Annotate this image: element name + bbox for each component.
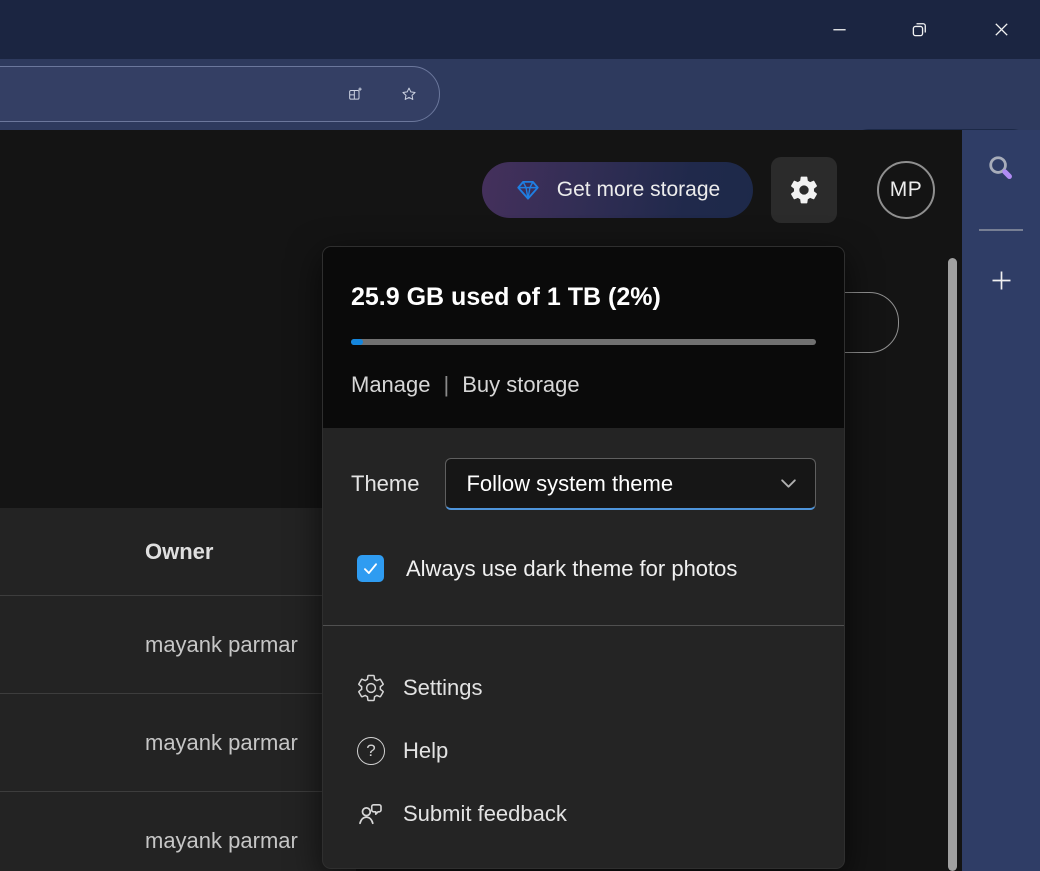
menu-item-label: Submit feedback: [403, 801, 567, 827]
gear-outline-icon: [356, 673, 386, 703]
storage-progress-fill: [351, 339, 363, 345]
buy-storage-link[interactable]: Buy storage: [462, 372, 579, 398]
sidebar-divider: [979, 229, 1023, 231]
settings-dropdown-panel: 25.9 GB used of 1 TB (2%) Manage | Buy s…: [322, 246, 845, 869]
feedback-icon: [356, 799, 386, 829]
owner-cell: mayank parmar: [145, 828, 298, 854]
menu-item-help[interactable]: Help: [356, 719, 816, 782]
panel-menu: Settings Help Submit feedback: [323, 626, 844, 845]
account-avatar[interactable]: MP: [877, 161, 935, 219]
storage-section: 25.9 GB used of 1 TB (2%) Manage | Buy s…: [323, 247, 844, 428]
dark-theme-photos-label: Always use dark theme for photos: [406, 556, 737, 582]
table-row[interactable]: mayank parmar: [0, 792, 356, 871]
theme-select[interactable]: Follow system theme: [445, 458, 816, 510]
restore-icon: [909, 19, 930, 40]
menu-item-label: Settings: [403, 675, 483, 701]
owner-column-header[interactable]: Owner: [0, 508, 356, 596]
minimize-button[interactable]: [816, 6, 862, 52]
minimize-icon: [829, 19, 850, 40]
chevron-down-icon: [780, 477, 797, 490]
settings-gear-button[interactable]: [771, 157, 837, 223]
owner-cell: mayank parmar: [145, 632, 298, 658]
page-scrollbar-thumb[interactable]: [948, 258, 957, 871]
diamond-icon: [515, 177, 541, 203]
close-button[interactable]: [978, 6, 1024, 52]
menu-item-label: Help: [403, 738, 448, 764]
menu-item-settings[interactable]: Settings: [356, 656, 816, 719]
add-icon: [988, 267, 1015, 294]
address-bar[interactable]: [0, 66, 440, 122]
theme-section: Theme Follow system theme Always use dar…: [323, 428, 844, 625]
add-sidebar-item-button[interactable]: [979, 258, 1023, 302]
dark-theme-photos-checkbox[interactable]: [357, 555, 384, 582]
close-icon: [991, 19, 1012, 40]
visual-search-button[interactable]: [979, 146, 1023, 190]
theme-label: Theme: [351, 471, 419, 497]
owner-cell: mayank parmar: [145, 730, 298, 756]
table-row[interactable]: mayank parmar: [0, 596, 356, 694]
links-separator: |: [444, 372, 450, 398]
help-icon: [356, 737, 386, 765]
favorites-button[interactable]: [395, 80, 423, 108]
get-more-storage-button[interactable]: Get more storage: [482, 162, 753, 218]
storage-links: Manage | Buy storage: [351, 372, 816, 398]
avatar-initials: MP: [890, 178, 923, 202]
dark-theme-photos-row[interactable]: Always use dark theme for photos: [357, 555, 816, 625]
restore-button[interactable]: [896, 6, 942, 52]
menu-item-feedback[interactable]: Submit feedback: [356, 782, 816, 845]
storage-progress-bar: [351, 339, 816, 345]
titlebar: [0, 0, 1040, 59]
file-list: Owner mayank parmar mayank parmar mayank…: [0, 508, 356, 871]
gear-icon: [788, 174, 820, 206]
favorites-star-icon: [401, 80, 417, 108]
storage-usage-title: 25.9 GB used of 1 TB (2%): [351, 283, 816, 312]
manage-link[interactable]: Manage: [351, 372, 431, 398]
split-screen-icon: [347, 81, 363, 108]
browser-window: Ask Copilot Get more s: [0, 0, 1040, 871]
browser-toolbar: Ask Copilot: [0, 59, 1040, 130]
checkmark-icon: [362, 560, 379, 577]
owner-header-label: Owner: [145, 539, 213, 565]
visual-search-icon: [987, 154, 1015, 182]
get-more-storage-label: Get more storage: [557, 178, 720, 202]
edge-sidebar: [962, 130, 1040, 871]
table-row[interactable]: mayank parmar: [0, 694, 356, 792]
split-screen-button[interactable]: [341, 80, 369, 108]
theme-select-value: Follow system theme: [466, 471, 673, 497]
